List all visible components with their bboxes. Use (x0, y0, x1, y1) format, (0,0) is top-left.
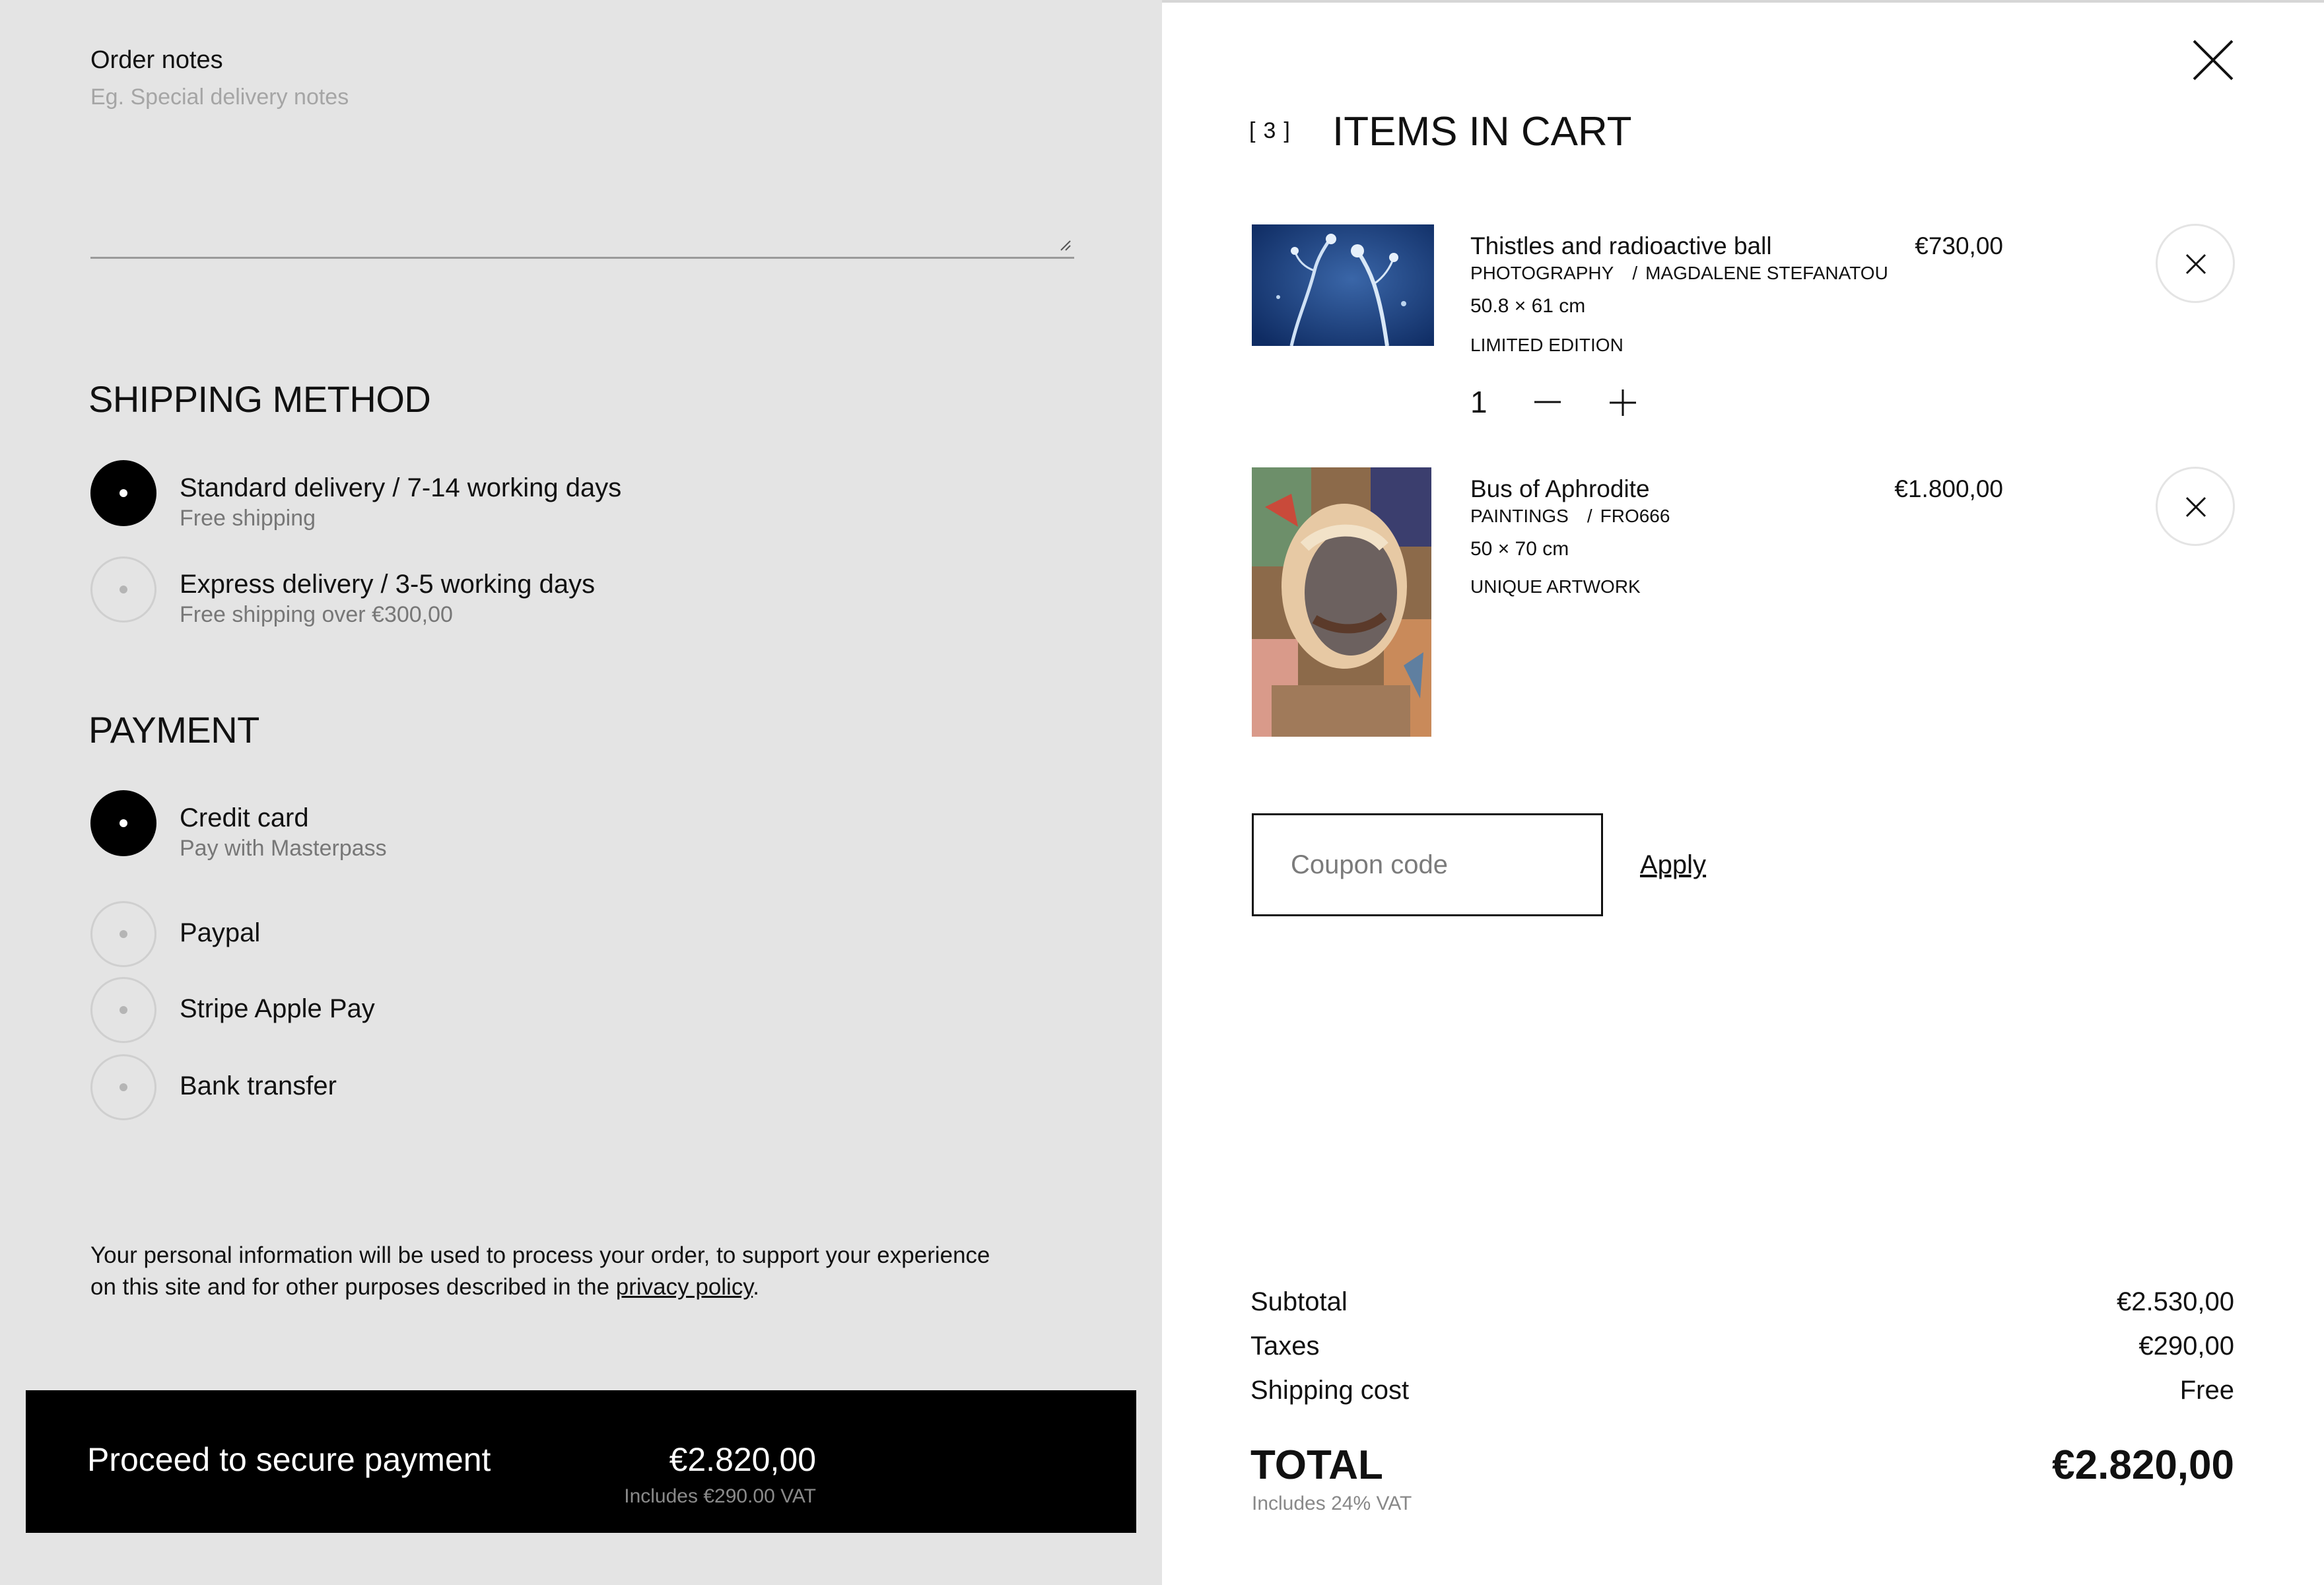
cta-label: Proceed to secure payment (87, 1441, 491, 1478)
payment-option-sub: Pay with Masterpass (180, 836, 387, 861)
shipping-option-sub: Free shipping over €300,00 (180, 602, 453, 627)
radio-stripe-apple-pay[interactable] (90, 977, 156, 1043)
cart-item-edition: LIMITED EDITION (1470, 335, 1623, 355)
cart-item-title[interactable]: Bus of Aphrodite (1470, 475, 1650, 503)
plus-icon[interactable] (1608, 388, 1637, 417)
privacy-notice-text: Your personal information will be used t… (90, 1242, 990, 1300)
cart-item-title[interactable]: Thistles and radioactive ball (1470, 232, 1772, 260)
subtotal-label: Subtotal (1250, 1287, 1348, 1316)
privacy-policy-link[interactable]: privacy policy (616, 1274, 753, 1300)
cart-item-dimensions: 50 × 70 cm (1470, 538, 1569, 560)
cart-count-badge: [3] (1249, 118, 1298, 143)
shipping-option-label: Express delivery / 3-5 working days (180, 570, 596, 599)
cart-item-meta: PHOTOGRAPHY / MAGDALENE STEFANATOU (1470, 263, 1888, 283)
resize-grip-icon[interactable] (1057, 237, 1072, 252)
shipping-cost-value: Free (2179, 1376, 2234, 1405)
radio-credit-card[interactable] (90, 790, 156, 856)
proceed-to-payment-button[interactable]: Proceed to secure payment €2.820,00 Incl… (26, 1390, 1136, 1533)
cart-item-category: PAINTINGS (1470, 506, 1569, 526)
taxes-label: Taxes (1250, 1332, 1320, 1361)
total-vat-note: Includes 24% VAT (1252, 1493, 1412, 1514)
shipping-option-sub: Free shipping (180, 506, 316, 531)
cart-title: ITEMS IN CART (1332, 109, 1632, 154)
artwork-thumbnail-thistles[interactable] (1252, 224, 1434, 346)
total-value: €2.820,00 (2052, 1442, 2234, 1488)
privacy-notice: Your personal information will be used t… (90, 1240, 1015, 1303)
cart-item-price: €1.800,00 (1894, 475, 2003, 502)
coupon-field[interactable] (1252, 813, 1603, 916)
radio-paypal[interactable] (90, 901, 156, 967)
quantity-value: 1 (1470, 385, 1487, 419)
close-icon (2185, 253, 2206, 275)
radio-express-delivery[interactable] (90, 556, 156, 623)
payment-heading: PAYMENT (88, 709, 259, 751)
shipping-option-label: Standard delivery / 7-14 working days (180, 473, 622, 502)
order-notes-field[interactable]: Eg. Special delivery notes (90, 79, 1074, 259)
cart-item-edition: UNIQUE ARTWORK (1470, 576, 1641, 597)
subtotal-value: €2.530,00 (2117, 1287, 2234, 1316)
minus-icon[interactable] (1533, 390, 1562, 414)
payment-option-label: Stripe Apple Pay (180, 994, 375, 1023)
shipping-cost-label: Shipping cost (1250, 1376, 1410, 1405)
cart-count: 3 (1263, 118, 1284, 143)
artwork-thumbnail-aphrodite[interactable] (1252, 467, 1431, 737)
radio-standard-delivery[interactable] (90, 460, 156, 526)
remove-item-button[interactable] (2156, 224, 2235, 303)
order-notes-placeholder: Eg. Special delivery notes (90, 84, 349, 110)
taxes-value: €290,00 (2138, 1332, 2234, 1361)
cart-item-meta: PAINTINGS / FRO666 (1470, 506, 1670, 526)
cart-item-category: PHOTOGRAPHY (1470, 263, 1614, 283)
close-icon (2185, 496, 2206, 518)
privacy-notice-end: . (753, 1274, 759, 1300)
coupon-input[interactable] (1254, 815, 1601, 914)
shipping-cost-row: Shipping cost Free (1250, 1376, 2234, 1405)
cart-panel: [3] ITEMS IN CART Thistles and radioacti… (1162, 0, 2324, 1585)
payment-option-label: Bank transfer (180, 1071, 337, 1100)
close-icon[interactable] (2193, 40, 2234, 81)
shipping-method-heading: SHIPPING METHOD (88, 378, 431, 420)
radio-bank-transfer[interactable] (90, 1054, 156, 1120)
apply-coupon-button[interactable]: Apply (1640, 850, 1706, 880)
cta-vat-note: Includes €290.00 VAT (624, 1485, 816, 1507)
cart-item-price: €730,00 (1915, 232, 2003, 259)
taxes-row: Taxes €290,00 (1250, 1332, 2234, 1361)
total-label: TOTAL (1250, 1442, 1383, 1488)
cart-item-artist[interactable]: FRO666 (1600, 506, 1670, 526)
order-notes-label: Order notes (90, 46, 223, 74)
cart-item-dimensions: 50.8 × 61 cm (1470, 295, 1586, 317)
cta-amount: €2.820,00 (669, 1441, 816, 1478)
payment-option-label: Paypal (180, 918, 261, 947)
cart-item-artist[interactable]: MAGDALENE STEFANATOU (1645, 263, 1888, 283)
remove-item-button[interactable] (2156, 467, 2235, 546)
checkout-form-panel: Order notes Eg. Special delivery notes S… (0, 0, 1162, 1585)
subtotal-row: Subtotal €2.530,00 (1250, 1287, 2234, 1317)
payment-option-label: Credit card (180, 803, 309, 832)
